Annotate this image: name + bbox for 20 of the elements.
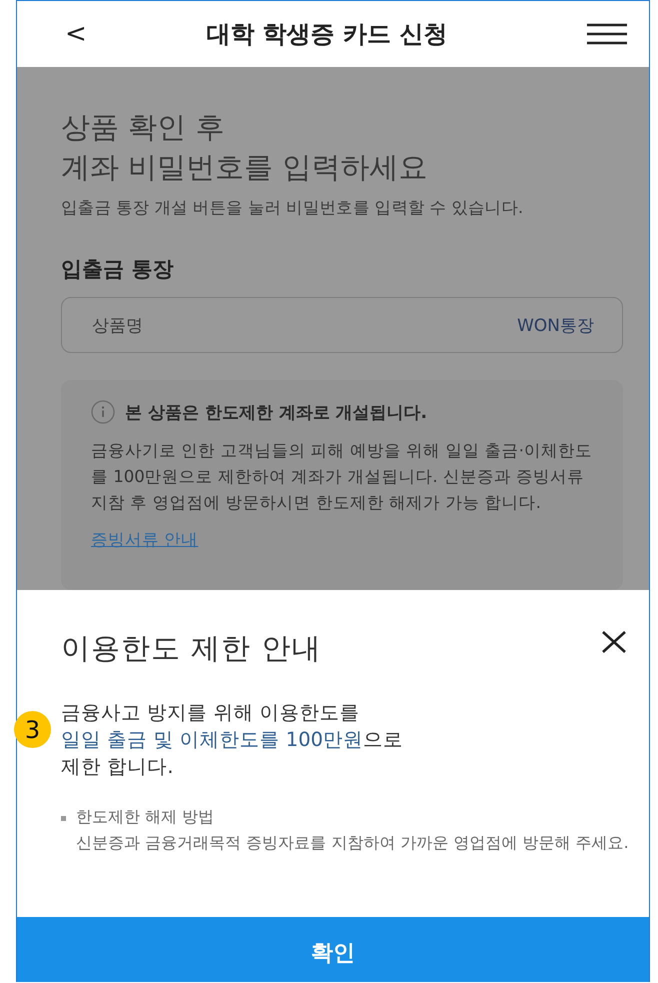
bullet-icon <box>61 816 66 821</box>
back-button[interactable]: < <box>65 19 87 49</box>
notice-title: 본 상품은 한도제한 계좌로 개설됩니다. <box>125 402 428 424</box>
confirm-button[interactable]: 확인 <box>17 917 649 982</box>
field-value: WON통장 <box>517 314 594 336</box>
menu-icon[interactable] <box>587 23 627 45</box>
heading-text: 계좌 비밀번호를 입력하세요 <box>61 149 428 186</box>
sheet-title: 이용한도 제한 안내 <box>61 630 322 667</box>
limit-message: 금융사고 방지를 위해 이용한도를 일일 출금 및 이체한도를 100만원 으로 제한 합니다. <box>61 700 404 780</box>
field-label: 상품명 <box>92 314 143 336</box>
close-button[interactable] <box>601 631 627 653</box>
info-icon <box>91 400 115 424</box>
close-icon <box>601 631 627 653</box>
subtitle-text: 입출금 통장 개설 버튼을 눌러 비밀번호를 입력할 수 있습니다. <box>61 197 524 219</box>
heading-text: 상품 확인 후 <box>61 109 226 146</box>
section-title: 입출금 통장 <box>61 256 174 283</box>
bullet-text: 한도제한 해제 방법 신분증과 금융거래목적 증빙자료를 지참하여 가까운 영업점에 방문해 주세요. <box>76 806 629 854</box>
notice-text: 금융사기로 인한 고객님들의 피해 예방을 위해 일일 출금·이체한도를 100만원으로 제한하여 계좌가 개설됩니다. 신분증과 증빙서류 지참 후 영업점에 방문하시면 한도제한 해제가 가능 합니다. <box>91 440 593 514</box>
page-title: 대학 학생증 카드 신청 <box>205 19 448 50</box>
document-guide-link[interactable]: 증빙서류 안내 <box>91 529 198 551</box>
